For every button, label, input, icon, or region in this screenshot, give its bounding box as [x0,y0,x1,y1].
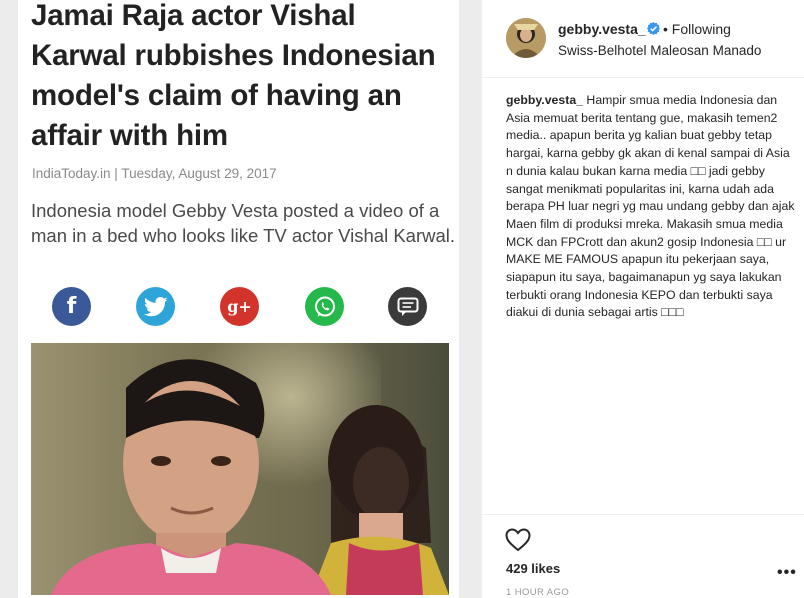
share-buttons: f g+ [52,287,432,327]
post-details-panel: gebby.vesta_ • Following Swiss-Belhotel … [481,0,804,598]
comment-bubble-glyph [397,297,418,316]
verified-badge-icon [647,22,660,35]
caption-text: Hampir smua media Indonesia dan Asia mem… [506,93,795,320]
caption-username-link[interactable]: gebby.vesta_ [506,93,583,107]
location-link[interactable]: Swiss-Belhotel Maleosan Manado [558,43,761,58]
avatar[interactable] [506,18,546,58]
username-link[interactable]: gebby.vesta_ [558,21,646,37]
google-plus-letter: g+ [227,297,252,316]
following-button[interactable]: Following [672,21,731,37]
article-source-line: IndiaToday.in | Tuesday, August 29, 2017 [32,166,277,181]
post-caption: gebby.vesta_ Hampir smua media Indonesia… [506,92,798,322]
avatar-image [506,18,546,58]
comment-icon [388,287,427,326]
heart-icon[interactable] [505,528,531,552]
facebook-letter: f [66,294,77,319]
actor-still-image [31,343,449,595]
twitter-icon [136,287,175,326]
article-headline: Jamai Raja actor Vishal Karwal rubbishes… [31,0,436,152]
likes-count[interactable]: 429 likes [506,561,560,576]
google-plus-icon: g+ [220,287,259,326]
post-timestamp[interactable]: 1 HOUR AGO [506,587,569,598]
article-screenshot: Jamai Raja actor Vishal Karwal rubbishes… [18,0,459,598]
whatsapp-icon [305,287,344,326]
post-image[interactable]: Jamai Raja actor Vishal Karwal rubbishes… [0,0,481,598]
separator-dot: • [663,21,668,37]
post-header: gebby.vesta_ • Following Swiss-Belhotel … [482,0,804,78]
follow-status[interactable]: • Following [663,21,731,37]
post-actions: 429 likes 1 HOUR AGO ••• [482,514,804,598]
article-photo [31,343,449,595]
whatsapp-phone-glyph [314,296,335,316]
twitter-bird-glyph [143,296,168,316]
more-options-icon[interactable]: ••• [777,564,797,582]
facebook-icon: f [52,287,91,326]
article-summary: Indonesia model Gebby Vesta posted a vid… [31,200,456,246]
